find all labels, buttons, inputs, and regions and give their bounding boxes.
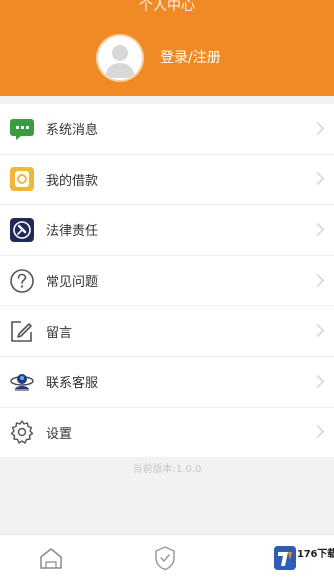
- menu-label: 系统消息: [46, 123, 99, 139]
- avatar-placeholder-icon: [98, 36, 142, 80]
- menu-label: 我的借款: [46, 173, 99, 189]
- edit-icon: [9, 318, 35, 344]
- version-text: 当前版本:1.0.0: [132, 464, 202, 475]
- menu-item-faq[interactable]: 常见问题: [0, 255, 334, 307]
- legal-icon: [9, 217, 35, 243]
- tab-home[interactable]: [37, 544, 65, 572]
- watermark-text: 176下载网: [297, 549, 334, 560]
- chevron-right-icon: [311, 374, 324, 388]
- login-register-link[interactable]: 登录/注册: [160, 48, 221, 68]
- profile-header: 个人中心 登录/注册: [0, 0, 334, 96]
- menu-list: 系统消息 我的借款 法律责任 常见问题 留言 联系客服 设置: [0, 104, 334, 458]
- bottom-tab-bar: 176下载网: [0, 534, 334, 581]
- home-icon: [40, 548, 62, 569]
- chevron-right-icon: [311, 223, 324, 236]
- message-icon: [9, 116, 35, 142]
- page-title: 个人中心: [139, 0, 195, 14]
- chevron-right-icon: [311, 172, 324, 186]
- menu-label: 留言: [46, 325, 73, 341]
- menu-item-customer-service[interactable]: 联系客服: [0, 356, 334, 408]
- menu-item-system-messages[interactable]: 系统消息: [0, 104, 334, 155]
- tab-shield[interactable]: [151, 544, 179, 572]
- chevron-right-icon: [311, 425, 324, 439]
- chevron-right-icon: [311, 121, 324, 135]
- question-icon: [9, 268, 35, 294]
- gear-icon: [9, 419, 35, 445]
- menu-item-settings[interactable]: 设置: [0, 407, 334, 458]
- menu-label: 联系客服: [46, 376, 99, 392]
- wallet-icon: [9, 166, 35, 192]
- service-icon: [9, 369, 35, 395]
- avatar[interactable]: [98, 36, 142, 80]
- chevron-right-icon: [311, 324, 324, 338]
- menu-label: 法律责任: [46, 224, 99, 240]
- menu-item-my-loans[interactable]: 我的借款: [0, 154, 334, 206]
- site-watermark: 176下载网: [272, 535, 334, 581]
- watermark-logo-icon: [274, 546, 296, 570]
- chevron-right-icon: [311, 273, 324, 287]
- shield-icon: [155, 546, 175, 571]
- profile-screen: 个人中心 登录/注册 系统消息 我的借款 法律责任 常见问题 留言 联系客服 设…: [0, 0, 334, 581]
- menu-label: 设置: [46, 426, 73, 442]
- menu-item-message-board[interactable]: 留言: [0, 306, 334, 357]
- menu-label: 常见问题: [46, 275, 99, 291]
- menu-item-legal-liability[interactable]: 法律责任: [0, 205, 334, 256]
